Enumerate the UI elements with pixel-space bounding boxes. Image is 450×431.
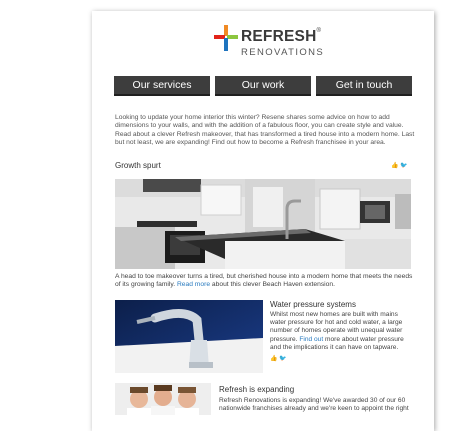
water-pressure-title[interactable]: Water pressure systems	[270, 300, 356, 309]
twitter-icon[interactable]: 🐦	[279, 356, 286, 362]
growth-spurt-caption: A head to toe makeover turns a tired, bu…	[115, 273, 413, 289]
social-share-water: 👍 🐦	[270, 355, 287, 362]
logo-wordmark: REFRESH®	[241, 28, 322, 45]
main-nav: Our services Our work Get in touch	[114, 76, 412, 96]
like-icon[interactable]: 👍	[391, 163, 398, 169]
tap-photo[interactable]	[115, 300, 263, 373]
nav-our-work[interactable]: Our work	[215, 76, 311, 96]
team-photo[interactable]	[115, 383, 211, 415]
growth-spurt-title[interactable]: Growth spurt	[115, 161, 161, 170]
nav-get-in-touch[interactable]: Get in touch	[316, 76, 412, 96]
social-share: 👍 🐦	[391, 162, 408, 169]
logo-mark-icon	[214, 25, 238, 51]
water-pressure-text: Whilst most new homes are built with mai…	[270, 311, 404, 351]
read-more-link[interactable]: Read more	[177, 281, 210, 288]
intro-paragraph: Looking to update your home interior thi…	[115, 114, 415, 147]
refresh-logo[interactable]: REFRESH® RENOVATIONS	[214, 25, 324, 65]
twitter-icon[interactable]: 🐦	[400, 163, 407, 169]
find-out-link[interactable]: Find out	[299, 336, 323, 343]
refresh-expanding-title[interactable]: Refresh is expanding	[219, 385, 294, 394]
kitchen-photo[interactable]	[115, 179, 411, 269]
refresh-expanding-text: Refresh Renovations is expanding! We've …	[219, 397, 409, 413]
nav-our-services[interactable]: Our services	[114, 76, 210, 96]
like-icon[interactable]: 👍	[270, 356, 277, 362]
logo-subtitle: RENOVATIONS	[241, 47, 325, 58]
